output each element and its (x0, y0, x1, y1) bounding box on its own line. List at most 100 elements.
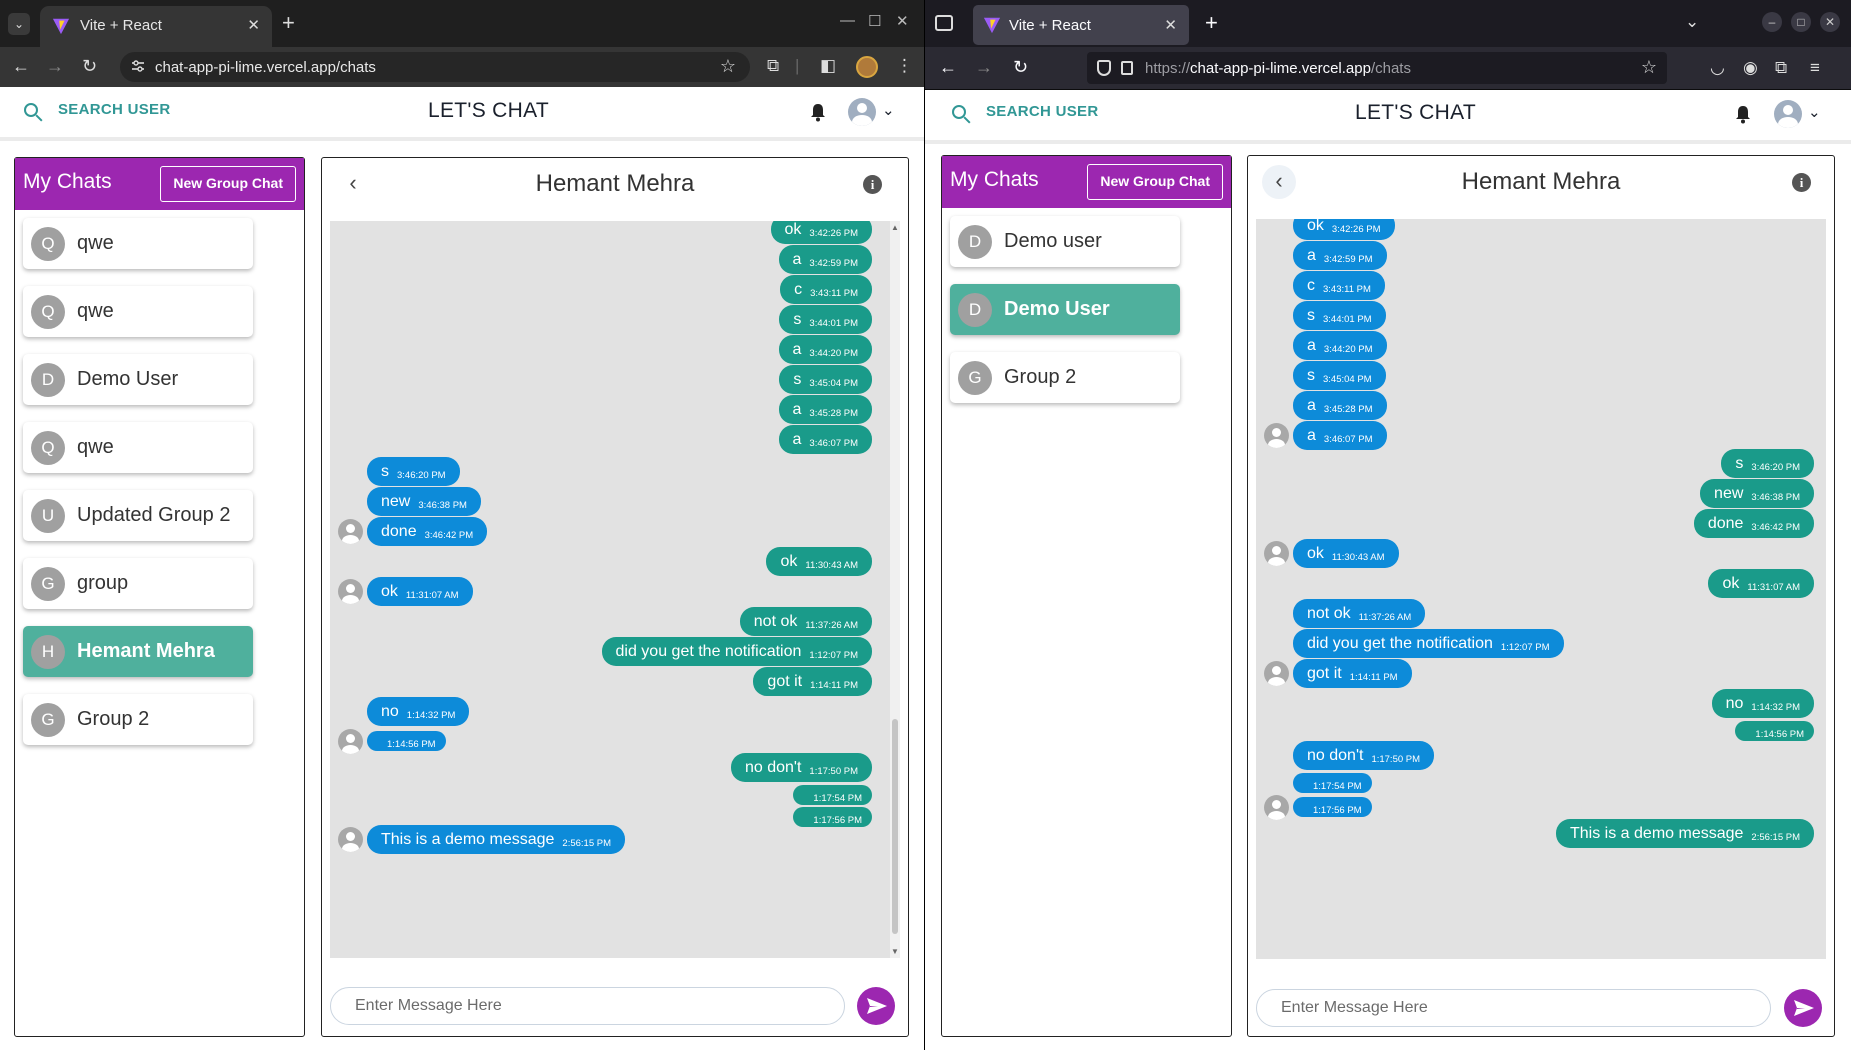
chat-list-item[interactable]: G Group 2 (950, 352, 1180, 403)
back-icon[interactable]: ← (939, 57, 957, 78)
new-tab-icon[interactable]: + (282, 10, 295, 36)
sender-avatar[interactable] (338, 827, 363, 852)
close-tab-icon[interactable]: ✕ (247, 16, 260, 34)
sender-avatar[interactable] (1264, 541, 1289, 566)
send-button[interactable] (1784, 989, 1822, 1027)
search-user-label: SEARCH USER (986, 103, 1099, 120)
chat-list-item[interactable]: G Group 2 (23, 694, 253, 745)
app-menu-icon[interactable]: ≡ (1810, 58, 1820, 78)
browser-tab[interactable]: Vite + React ✕ (40, 6, 272, 47)
sender-avatar[interactable] (1264, 795, 1289, 820)
browser-tab[interactable]: Vite + React ✕ (973, 5, 1189, 45)
sender-avatar[interactable] (338, 579, 363, 604)
list-all-tabs-icon[interactable] (935, 15, 953, 31)
message-input[interactable] (1281, 999, 1692, 1017)
scroll-down-icon[interactable]: ▼ (891, 947, 899, 956)
outgoing-message: not ok 11:37:26 AM (739, 607, 872, 636)
scroll-up-icon[interactable]: ▲ (891, 223, 899, 232)
extensions-icon[interactable]: ⧉ (767, 56, 779, 76)
site-info-icon[interactable] (130, 58, 146, 74)
extensions-icon[interactable]: ⧉ (1775, 58, 1787, 78)
messages-area: ok 3:42:26 PM a 3:42:59 PM c 3:43:11 PM s 3:44:… (1256, 219, 1826, 959)
chat-list-item[interactable]: Ggroup (23, 558, 253, 609)
address-bar[interactable]: https://chat-app-pi-lime.vercel.app/chat… (1087, 52, 1667, 84)
maximize-icon[interactable]: □ (1791, 12, 1811, 32)
bookmark-star-icon[interactable]: ☆ (720, 56, 736, 77)
reload-icon[interactable]: ↻ (1013, 57, 1028, 78)
side-panel-icon[interactable]: ◧ (820, 56, 836, 76)
forward-icon[interactable]: → (46, 56, 64, 77)
sender-avatar[interactable] (1264, 661, 1289, 686)
info-icon[interactable]: i (1792, 173, 1811, 192)
message-text: new (381, 493, 411, 510)
tracking-protection-icon[interactable] (1097, 60, 1111, 76)
chat-list-item[interactable]: Qqwe (23, 286, 253, 337)
close-window-icon[interactable]: ✕ (1820, 12, 1840, 32)
minimize-icon[interactable]: — (840, 12, 855, 29)
profile-avatar[interactable] (856, 56, 878, 78)
incoming-message: new 3:46:38 PM (367, 487, 481, 516)
message-text: did you get the notification (615, 643, 802, 660)
tab-search-icon[interactable]: ⌄ (8, 13, 30, 35)
address-bar[interactable]: chat-app-pi-lime.vercel.app/chats ☆ (120, 52, 750, 82)
chevron-down-icon[interactable]: ⌄ (1808, 103, 1821, 121)
back-icon[interactable]: ← (12, 56, 30, 77)
scrollbar-thumb[interactable] (892, 719, 898, 934)
close-tab-icon[interactable]: ✕ (1164, 16, 1177, 34)
chrome-menu-icon[interactable]: ⋮ (896, 56, 913, 76)
tab-overflow-chevron-icon[interactable]: ⌄ (1685, 12, 1699, 32)
chat-list-item[interactable]: Qqwe (23, 218, 253, 269)
chat-list-item[interactable]: Qqwe (23, 422, 253, 473)
info-icon[interactable]: i (863, 175, 882, 194)
maximize-icon[interactable]: ☐ (868, 12, 881, 30)
outgoing-message: did you get the notification 1:12:07 PM (601, 637, 872, 666)
search-user-button[interactable]: SEARCH USER (952, 103, 1098, 120)
pocket-icon[interactable]: ◡ (1710, 58, 1725, 78)
send-button[interactable] (857, 987, 895, 1025)
chat-list-item-selected[interactable]: H Hemant Mehra (23, 626, 253, 677)
chat-list-item[interactable]: D Demo user (950, 216, 1180, 267)
app-header: SEARCH USER LET'S CHAT ⌄ (925, 90, 1851, 144)
message-timestamp: 3:44:20 PM (1323, 344, 1373, 355)
sender-avatar[interactable] (338, 729, 363, 754)
messages-scrollbar[interactable]: ▲ ▼ (890, 221, 900, 958)
message-text: This is a demo message (1570, 825, 1744, 842)
outgoing-message: done 3:46:42 PM (1693, 509, 1814, 538)
account-icon[interactable]: ◉ (1743, 58, 1758, 78)
lock-icon[interactable] (1121, 61, 1133, 75)
sender-avatar[interactable] (338, 519, 363, 544)
outgoing-message: c 3:43:11 PM (780, 275, 872, 304)
incoming-message: ok 3:42:26 PM (1293, 219, 1395, 240)
message-timestamp: 11:37:26 AM (805, 620, 858, 631)
profile-menu-avatar[interactable] (848, 98, 876, 126)
outgoing-message: a 3:45:28 PM (778, 395, 872, 424)
message-timestamp: 3:46:07 PM (1323, 434, 1373, 445)
app-title: LET'S CHAT (1355, 101, 1476, 124)
search-user-button[interactable]: SEARCH USER (24, 101, 170, 118)
message-timestamp: 3:46:07 PM (809, 438, 858, 449)
forward-icon[interactable]: → (975, 57, 993, 78)
chat-list-item-selected[interactable]: D Demo User (950, 284, 1180, 335)
message-timestamp: 11:30:43 AM (1331, 552, 1385, 563)
chat-name: qwe (77, 232, 114, 254)
chat-list-item[interactable]: D Demo User (23, 354, 253, 405)
bookmark-star-icon[interactable]: ☆ (1641, 57, 1657, 78)
new-group-chat-button[interactable]: New Group Chat (1087, 164, 1223, 200)
reload-icon[interactable]: ↻ (82, 56, 97, 77)
outgoing-message: s 3:44:01 PM (779, 305, 872, 334)
profile-menu-avatar[interactable] (1774, 100, 1802, 128)
chevron-down-icon[interactable]: ⌄ (882, 101, 895, 119)
message-timestamp: 3:44:01 PM (809, 318, 858, 329)
outgoing-message: ok 11:30:43 AM (766, 547, 872, 576)
notification-bell-icon[interactable] (810, 103, 826, 122)
message-input[interactable] (355, 997, 766, 1015)
sender-avatar[interactable] (1264, 423, 1289, 448)
new-group-chat-button[interactable]: New Group Chat (160, 166, 296, 202)
new-tab-icon[interactable]: + (1205, 10, 1218, 36)
minimize-icon[interactable]: – (1762, 12, 1782, 32)
chat-avatar: Q (31, 295, 65, 329)
chat-list-item[interactable]: U Updated Group 2 (23, 490, 253, 541)
message-timestamp: 1:14:56 PM (387, 739, 436, 750)
close-window-icon[interactable]: ✕ (896, 12, 909, 30)
notification-bell-icon[interactable] (1735, 105, 1751, 124)
